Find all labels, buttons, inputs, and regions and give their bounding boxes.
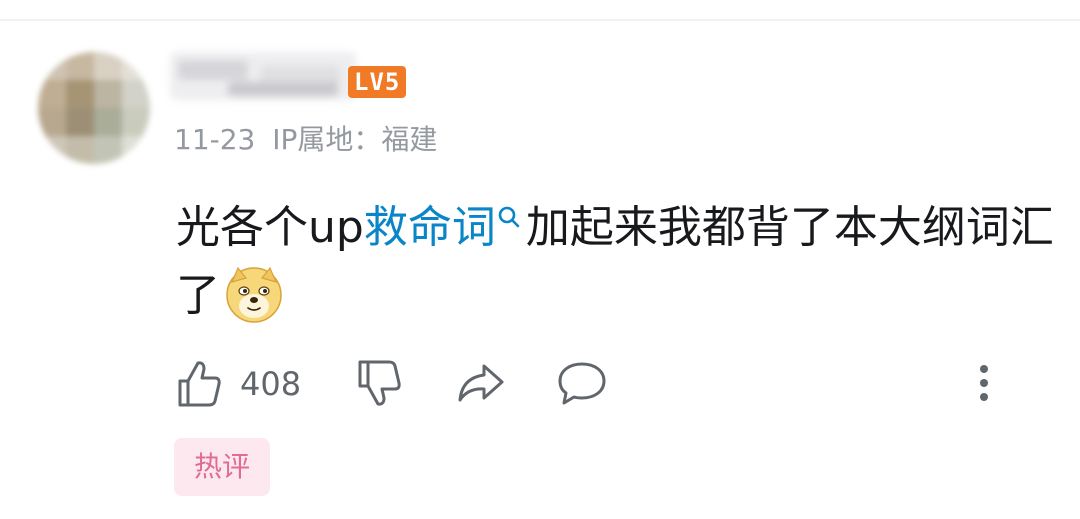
reply-button[interactable] bbox=[556, 358, 608, 408]
more-vertical-icon bbox=[980, 365, 988, 401]
username-redacted[interactable] bbox=[170, 52, 356, 100]
share-icon bbox=[458, 364, 504, 402]
level-badge: LV5 bbox=[348, 66, 407, 98]
reply-icon bbox=[558, 362, 606, 405]
keyword-search-link[interactable]: 救命词 bbox=[364, 202, 526, 253]
share-button[interactable] bbox=[456, 358, 506, 408]
ip-location: IP属地：福建 bbox=[272, 123, 438, 156]
avatar[interactable] bbox=[38, 52, 150, 164]
like-count: 408 bbox=[240, 365, 302, 403]
comment-meta: 11-23 IP属地：福建 bbox=[174, 118, 445, 158]
like-button[interactable]: 408 bbox=[176, 358, 301, 410]
doge-emoji-icon bbox=[226, 266, 282, 323]
dislike-button[interactable] bbox=[356, 358, 402, 408]
hot-comment-tag: 热评 bbox=[174, 438, 270, 496]
comment-text-before: 光各个up bbox=[176, 202, 364, 253]
keyword-text: 救命词 bbox=[363, 202, 496, 253]
more-options-button[interactable] bbox=[970, 364, 998, 404]
thumbs-down-icon bbox=[358, 360, 401, 406]
comment-date: 11-23 bbox=[174, 123, 256, 156]
top-divider bbox=[0, 19, 1080, 21]
comment-text: 光各个up救命词 加起来我都背了本大纲词汇了 bbox=[176, 194, 1056, 330]
thumbs-up-icon bbox=[178, 361, 221, 407]
search-icon bbox=[498, 206, 520, 228]
